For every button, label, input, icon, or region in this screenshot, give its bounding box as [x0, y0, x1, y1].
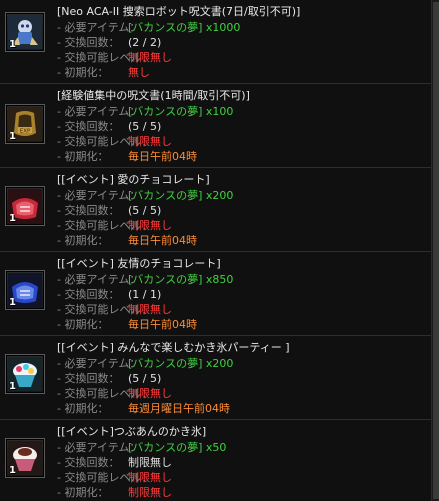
reset-label: - 初期化：	[57, 150, 109, 163]
exchange-level-value: 制限無し	[128, 387, 172, 400]
required-item-value: [バカンスの夢] x1000	[128, 21, 241, 34]
exchange-entry[interactable]: 1 [[イベント] 友情のチョコレート] - 必要アイテム：[バカンスの夢] x…	[0, 252, 431, 336]
exchange-level-label: - 交換可能レベル：	[57, 303, 153, 316]
item-quantity: 1	[9, 381, 16, 392]
required-item-label: - 必要アイテム：	[57, 189, 141, 202]
exchange-count-value: 制限無し	[128, 456, 172, 469]
item-title: [[イベント] みんなで楽しむかき氷パーティー ]	[57, 341, 290, 354]
reset-value: 毎週月曜日午前04時	[128, 402, 230, 415]
exchange-count-label: - 交換回数：	[57, 288, 120, 301]
reset-value: 毎日午前04時	[128, 150, 197, 163]
required-item-value: [バカンスの夢] x200	[128, 189, 234, 202]
item-title: [経験値集中の呪文書(1時間/取引不可)]	[57, 89, 250, 102]
exchange-level-label: - 交換可能レベル：	[57, 51, 153, 64]
item-title: [[イベント] 友情のチョコレート]	[57, 257, 221, 270]
exchange-level-value: 制限無し	[128, 219, 172, 232]
exchange-count-label: - 交換回数：	[57, 372, 120, 385]
exchange-count-value: (5 / 5)	[128, 120, 162, 133]
exchange-level-label: - 交換可能レベル：	[57, 135, 153, 148]
exchange-entry[interactable]: 1 [Neo ACA-II 捜索ロボット呪文書(7日/取引不可)] - 必要アイ…	[0, 0, 431, 84]
vertical-scrollbar[interactable]	[431, 0, 439, 501]
reset-label: - 初期化：	[57, 234, 109, 247]
reset-value: 毎日午前04時	[128, 318, 197, 331]
exchange-count-label: - 交換回数：	[57, 120, 120, 133]
exchange-entry[interactable]: EXP 1 [経験値集中の呪文書(1時間/取引不可)] - 必要アイテム：[バカ…	[0, 84, 431, 168]
scrollbar-thumb[interactable]	[433, 2, 439, 499]
item-title: [[イベント]つぶあんのかき氷]	[57, 425, 207, 438]
exchange-count-label: - 交換回数：	[57, 36, 120, 49]
required-item-label: - 必要アイテム：	[57, 441, 141, 454]
item-quantity: 1	[9, 39, 16, 50]
exchange-level-value: 制限無し	[128, 303, 172, 316]
item-slot[interactable]: 1	[5, 12, 45, 52]
required-item-value: [バカンスの夢] x850	[128, 273, 234, 286]
exchange-level-value: 制限無し	[128, 51, 172, 64]
item-slot[interactable]: 1	[5, 186, 45, 226]
required-item-label: - 必要アイテム：	[57, 21, 141, 34]
exchange-count-label: - 交換回数：	[57, 204, 120, 217]
item-slot[interactable]: 1	[5, 270, 45, 310]
required-item-value: [バカンスの夢] x200	[128, 357, 234, 370]
item-quantity: 1	[9, 297, 16, 308]
reset-label: - 初期化：	[57, 486, 109, 499]
reset-label: - 初期化：	[57, 402, 109, 415]
exchange-level-value: 制限無し	[128, 135, 172, 148]
exchange-level-label: - 交換可能レベル：	[57, 219, 153, 232]
exchange-entry[interactable]: 1 [[イベント] みんなで楽しむかき氷パーティー ] - 必要アイテム：[バカ…	[0, 336, 431, 420]
exchange-entry[interactable]: 1 [[イベント]つぶあんのかき氷] - 必要アイテム：[バカンスの夢] x50…	[0, 420, 431, 501]
required-item-value: [バカンスの夢] x50	[128, 441, 227, 454]
item-slot[interactable]: EXP 1	[5, 104, 45, 144]
exchange-entry[interactable]: 1 [[イベント] 愛のチョコレート] - 必要アイテム：[バカンスの夢] x2…	[0, 168, 431, 252]
exchange-level-label: - 交換可能レベル：	[57, 471, 153, 484]
exchange-count-label: - 交換回数：	[57, 456, 120, 469]
item-slot[interactable]: 1	[5, 438, 45, 478]
exchange-list: 1 [Neo ACA-II 捜索ロボット呪文書(7日/取引不可)] - 必要アイ…	[0, 0, 431, 501]
reset-value: 毎日午前04時	[128, 234, 197, 247]
required-item-value: [バカンスの夢] x100	[128, 105, 234, 118]
item-quantity: 1	[9, 465, 16, 476]
exchange-count-value: (2 / 2)	[128, 36, 162, 49]
required-item-label: - 必要アイテム：	[57, 273, 141, 286]
item-slot[interactable]: 1	[5, 354, 45, 394]
reset-value: 制限無し	[128, 486, 172, 499]
required-item-label: - 必要アイテム：	[57, 105, 141, 118]
exchange-count-value: (5 / 5)	[128, 204, 162, 217]
required-item-label: - 必要アイテム：	[57, 357, 141, 370]
item-title: [[イベント] 愛のチョコレート]	[57, 173, 210, 186]
item-title: [Neo ACA-II 捜索ロボット呪文書(7日/取引不可)]	[57, 5, 301, 18]
item-quantity: 1	[9, 131, 16, 142]
reset-label: - 初期化：	[57, 318, 109, 331]
reset-value: 無し	[128, 66, 150, 79]
exchange-count-value: (1 / 1)	[128, 288, 162, 301]
exchange-level-label: - 交換可能レベル：	[57, 387, 153, 400]
svg-text:EXP: EXP	[20, 129, 31, 135]
exchange-count-value: (5 / 5)	[128, 372, 162, 385]
reset-label: - 初期化：	[57, 66, 109, 79]
item-quantity: 1	[9, 213, 16, 224]
exchange-level-value: 制限無し	[128, 471, 172, 484]
